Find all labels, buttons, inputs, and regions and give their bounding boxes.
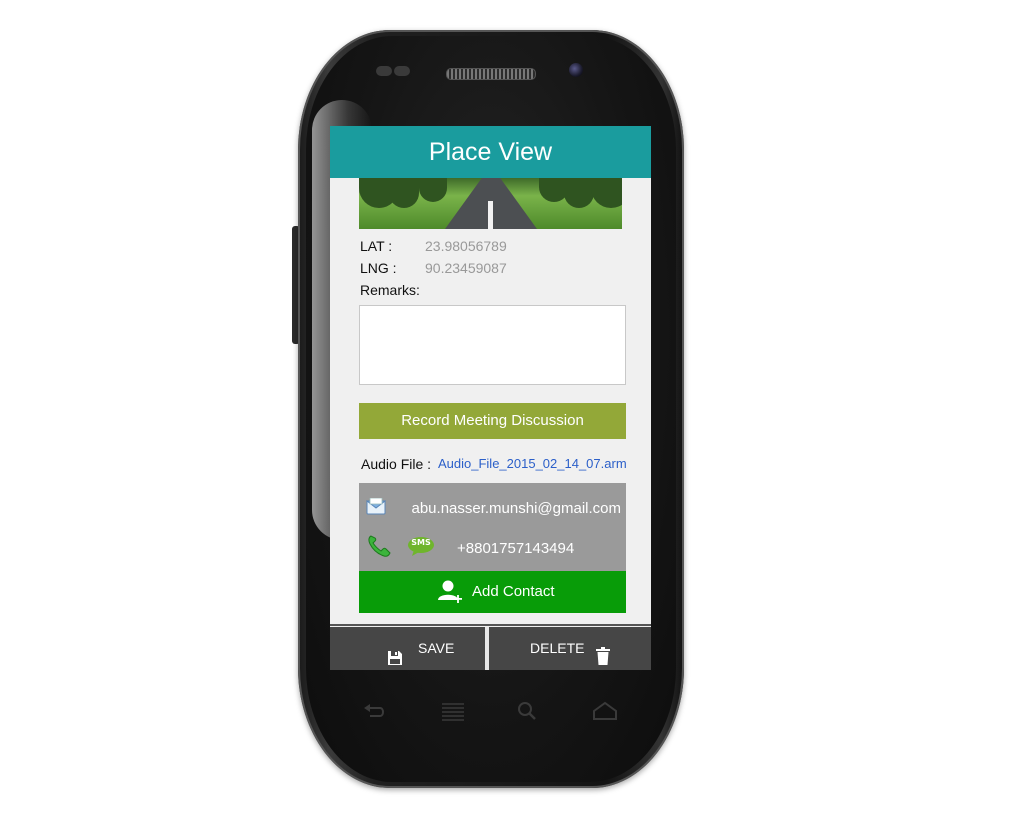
bottom-action-bar: SAVE DELETE <box>330 627 651 670</box>
proximity-sensor <box>376 66 392 76</box>
page-title: Place View <box>330 126 651 178</box>
divider <box>330 624 651 626</box>
audio-file-link[interactable]: Audio_File_2015_02_14_07.arm <box>438 456 627 471</box>
sms-badge-label: SMS <box>411 538 431 547</box>
front-camera-icon <box>569 63 583 77</box>
audio-file-label: Audio File : <box>361 456 432 472</box>
delete-button[interactable]: DELETE <box>490 627 651 670</box>
save-label: SAVE <box>418 640 455 656</box>
add-contact-button[interactable]: Add Contact <box>359 571 626 613</box>
phone-call-icon[interactable] <box>366 534 392 558</box>
email-icon[interactable] <box>365 497 387 516</box>
lng-value: 90.23459087 <box>425 260 507 276</box>
back-key-icon[interactable] <box>362 700 388 722</box>
home-key-icon[interactable] <box>592 700 618 722</box>
save-button[interactable]: SAVE <box>330 627 485 670</box>
lat-value: 23.98056789 <box>425 238 507 254</box>
add-user-icon <box>437 579 463 605</box>
place-photo <box>359 178 622 229</box>
contact-phone[interactable]: +8801757143494 <box>457 540 574 557</box>
light-sensor <box>394 66 410 76</box>
sms-icon[interactable]: SMS <box>407 536 435 556</box>
trash-icon <box>596 639 610 665</box>
remarks-textarea[interactable] <box>359 305 626 385</box>
contact-email[interactable]: abu.nasser.munshi@gmail.com <box>409 500 622 517</box>
lng-label: LNG : <box>360 260 397 276</box>
earpiece-speaker <box>446 68 536 80</box>
search-key-icon[interactable] <box>515 700 541 722</box>
app-screen: Place View LAT : 23.98056789 LNG : 90.23… <box>330 126 651 670</box>
menu-key-icon[interactable] <box>440 700 466 722</box>
lat-label: LAT : <box>360 238 393 254</box>
record-meeting-button[interactable]: Record Meeting Discussion <box>359 403 626 439</box>
floppy-disk-icon <box>387 640 403 665</box>
add-contact-label: Add Contact <box>472 583 555 600</box>
contact-box: abu.nasser.munshi@gmail.com SMS +8801757… <box>359 483 626 571</box>
delete-label: DELETE <box>530 640 585 656</box>
bottom-bar-separator <box>485 627 489 670</box>
remarks-label: Remarks: <box>360 282 420 298</box>
